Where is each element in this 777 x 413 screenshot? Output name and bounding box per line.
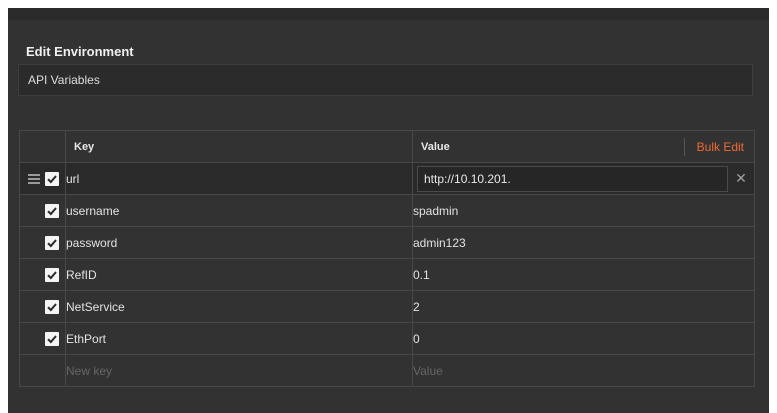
checkbox-checked-icon[interactable] bbox=[45, 235, 59, 250]
key-cell[interactable]: RefID bbox=[65, 258, 413, 291]
new-value-input[interactable]: Value bbox=[412, 354, 755, 387]
key-cell[interactable]: EthPort bbox=[65, 322, 413, 355]
table-row: RefID 0.1 bbox=[19, 258, 755, 291]
row-controls bbox=[19, 290, 66, 323]
value-cell: http://10.10.201. ✕ bbox=[412, 162, 755, 195]
panel-top-strip bbox=[8, 8, 769, 20]
new-key-input[interactable]: New key bbox=[65, 354, 413, 387]
key-cell[interactable]: url bbox=[65, 162, 413, 195]
checkbox-checked-icon[interactable] bbox=[45, 331, 59, 346]
table-header-row: Key Value Bulk Edit bbox=[19, 130, 755, 163]
close-icon[interactable]: ✕ bbox=[728, 170, 754, 187]
row-controls bbox=[19, 226, 66, 259]
key-cell[interactable]: username bbox=[65, 194, 413, 227]
header-control-cell bbox=[19, 130, 66, 163]
value-cell[interactable]: spadmin bbox=[412, 194, 755, 227]
key-cell[interactable]: password bbox=[65, 226, 413, 259]
table-row: EthPort 0 bbox=[19, 322, 755, 355]
new-variable-row: New key Value bbox=[19, 354, 755, 387]
key-cell[interactable]: NetService bbox=[65, 290, 413, 323]
row-controls bbox=[19, 354, 66, 387]
value-cell[interactable]: 2 bbox=[412, 290, 755, 323]
checkbox-checked-icon[interactable] bbox=[45, 267, 59, 282]
column-header-value-label: Value bbox=[421, 140, 450, 153]
checkbox-checked-icon[interactable] bbox=[45, 171, 59, 186]
value-cell[interactable]: 0.1 bbox=[412, 258, 755, 291]
drag-handle-icon[interactable] bbox=[28, 173, 40, 184]
table-row: username spadmin bbox=[19, 194, 755, 227]
row-controls bbox=[19, 322, 66, 355]
value-cell[interactable]: admin123 bbox=[412, 226, 755, 259]
column-header-key: Key bbox=[65, 130, 413, 163]
row-controls bbox=[19, 194, 66, 227]
checkbox-checked-icon[interactable] bbox=[45, 299, 59, 314]
value-input[interactable]: http://10.10.201. bbox=[417, 165, 728, 192]
table-row: url http://10.10.201. ✕ bbox=[19, 162, 755, 195]
row-controls bbox=[19, 162, 66, 195]
row-controls bbox=[19, 258, 66, 291]
table-row: NetService 2 bbox=[19, 290, 755, 323]
bulk-edit-button[interactable]: Bulk Edit bbox=[683, 137, 752, 156]
environment-name-field[interactable]: API Variables bbox=[18, 64, 753, 96]
column-header-value: Value Bulk Edit bbox=[412, 130, 755, 163]
page-title: Edit Environment bbox=[26, 44, 134, 59]
checkbox-checked-icon[interactable] bbox=[45, 203, 59, 218]
variables-table: Key Value Bulk Edit url http://10.10.201… bbox=[19, 130, 755, 387]
value-cell[interactable]: 0 bbox=[412, 322, 755, 355]
table-row: password admin123 bbox=[19, 226, 755, 259]
